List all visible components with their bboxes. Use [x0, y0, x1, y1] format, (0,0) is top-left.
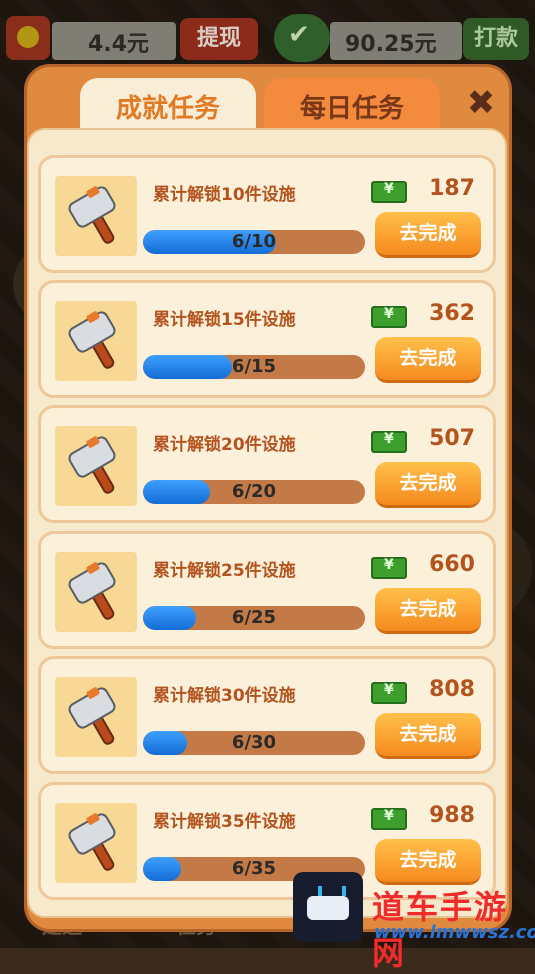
- hammer-icon: [67, 560, 127, 624]
- hammer-icon: [67, 184, 127, 248]
- task-icon-box: [55, 426, 137, 506]
- reward-amount: 362: [429, 301, 475, 326]
- reward-amount: 507: [429, 426, 475, 451]
- task-icon-box: [55, 803, 137, 883]
- progress-text: 6/25: [231, 607, 277, 628]
- task-title: 累计解锁25件设施: [153, 561, 296, 581]
- task-icon-box: [55, 176, 137, 256]
- progress-text: 6/10: [231, 231, 277, 252]
- task-card: 累计解锁25件设施 6/25 660 去完成: [38, 531, 496, 649]
- task-icon-box: [55, 552, 137, 632]
- check-badge-icon: [274, 14, 330, 62]
- progress-text: 6/30: [231, 732, 277, 753]
- reward-amount: 660: [429, 552, 475, 577]
- cash-icon: [371, 431, 407, 453]
- hammer-icon: [67, 434, 127, 498]
- reward-amount: 808: [429, 677, 475, 702]
- top-status-bar: 4.4元 提现 90.25元 打款: [0, 0, 535, 62]
- secondary-balance: 90.25元: [345, 32, 437, 57]
- hammer-icon: [67, 685, 127, 749]
- go-complete-button[interactable]: 去完成: [375, 839, 481, 885]
- cash-wallet-icon: [6, 16, 50, 60]
- watermark-logo-icon: [293, 872, 363, 942]
- task-card: 累计解锁10件设施 6/10 187 去完成: [38, 155, 496, 273]
- payout-button[interactable]: 打款: [463, 18, 529, 60]
- task-title: 累计解锁15件设施: [153, 310, 296, 330]
- reward-amount: 988: [429, 803, 475, 828]
- hammer-icon: [67, 309, 127, 373]
- withdraw-button[interactable]: 提现: [180, 18, 258, 60]
- task-card: 累计解锁15件设施 6/15 362 去完成: [38, 280, 496, 398]
- task-card: 累计解锁20件设施 6/20 507 去完成: [38, 405, 496, 523]
- watermark-url: www.lmwwsz.com: [374, 922, 535, 943]
- task-icon-box: [55, 301, 137, 381]
- cash-balance: 4.4元: [88, 32, 149, 57]
- close-icon[interactable]: ✖: [462, 84, 500, 122]
- cash-icon: [371, 557, 407, 579]
- go-complete-button[interactable]: 去完成: [375, 713, 481, 759]
- progress-text: 6/15: [231, 356, 277, 377]
- cash-icon: [371, 306, 407, 328]
- cash-icon: [371, 682, 407, 704]
- go-complete-button[interactable]: 去完成: [375, 337, 481, 383]
- reward-amount: 187: [429, 176, 475, 201]
- cash-icon: [371, 808, 407, 830]
- go-complete-button[interactable]: 去完成: [375, 212, 481, 258]
- go-complete-button[interactable]: 去完成: [375, 588, 481, 634]
- task-icon-box: [55, 677, 137, 757]
- cash-icon: [371, 181, 407, 203]
- task-title: 累计解锁35件设施: [153, 812, 296, 832]
- task-title: 累计解锁20件设施: [153, 435, 296, 455]
- hammer-icon: [67, 811, 127, 875]
- task-card: 累计解锁30件设施 6/30 808 去完成: [38, 656, 496, 774]
- task-title: 累计解锁30件设施: [153, 686, 296, 706]
- go-complete-button[interactable]: 去完成: [375, 462, 481, 508]
- task-title: 累计解锁10件设施: [153, 185, 296, 205]
- progress-text: 6/20: [231, 481, 277, 502]
